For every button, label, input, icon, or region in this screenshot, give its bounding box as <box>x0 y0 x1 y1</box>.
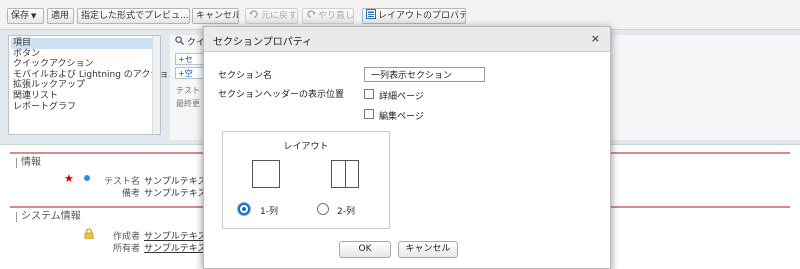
layout-properties-label: レイアウトのプロパティ <box>378 11 465 21</box>
redo-label: やり直し <box>318 11 354 21</box>
field-label-note[interactable]: 備考 <box>92 186 140 199</box>
palette-item-blank-space[interactable]: +空 <box>175 67 205 79</box>
palette-category-buttons[interactable]: ボタン <box>11 49 158 60</box>
layout-properties-button[interactable]: レイアウトのプロパティ <box>362 8 466 24</box>
palette-category-mobile-actions[interactable]: モバイルおよび Lightning のアクション <box>11 70 177 81</box>
palette-category-list: 項目 ボタン クイックアクション モバイルおよび Lightning のアクショ… <box>8 35 177 135</box>
cancel-button[interactable]: キャンセル <box>398 241 458 258</box>
layout-properties-icon <box>366 9 376 19</box>
layout-selector: レイアウト 1-列 2-列 <box>222 131 390 229</box>
preview-as-button[interactable]: 指定した形式でプレビュ...▼ <box>77 8 190 24</box>
detail-page-checkbox[interactable] <box>364 89 374 99</box>
search-icon <box>175 36 185 48</box>
dialog-header: セクションプロパティ × <box>204 27 610 52</box>
close-icon[interactable]: × <box>591 32 600 45</box>
ok-button[interactable]: OK <box>339 241 391 258</box>
palette-category-expanded-lookups[interactable]: 拡張ルックアップ <box>11 80 158 91</box>
redo-icon <box>306 9 316 19</box>
palette-item-section[interactable]: +セ <box>175 53 205 65</box>
palette-item-text[interactable]: テスト <box>176 85 200 96</box>
two-column-radio[interactable] <box>317 203 329 215</box>
toolbar-cancel-button[interactable]: キャンセル <box>192 8 239 24</box>
undo-icon <box>249 9 259 19</box>
apply-button[interactable]: 適用 <box>47 8 74 24</box>
section-title-system-info[interactable]: システム情報 <box>16 212 81 222</box>
one-column-radio[interactable] <box>238 203 250 215</box>
required-dot-icon <box>84 175 90 181</box>
palette-item-blank-label: 空 <box>184 69 193 78</box>
palette-category-related-lists[interactable]: 関連リスト <box>11 91 158 102</box>
edit-page-label: 編集ページ <box>379 112 424 122</box>
required-star-icon: ★ <box>64 172 74 185</box>
category-scrollbar[interactable] <box>152 36 160 134</box>
preview-as-label: 指定した形式でプレビュ... <box>81 11 189 21</box>
section-name-input[interactable] <box>364 67 485 82</box>
one-column-layout-icon <box>252 160 280 188</box>
palette-category-fields[interactable]: 項目 <box>11 38 158 49</box>
layout-title: レイアウト <box>283 142 329 152</box>
detail-page-label: 詳細ページ <box>379 92 424 102</box>
two-column-label: 2-列 <box>337 207 355 217</box>
two-column-layout-icon <box>331 160 359 188</box>
section-name-label: セクション名 <box>218 71 273 81</box>
edit-page-checkbox[interactable] <box>364 109 374 119</box>
one-column-label: 1-列 <box>260 207 278 217</box>
palette-category-quick-actions[interactable]: クイックアクション <box>11 59 158 70</box>
section-title-info[interactable]: 情報 <box>16 158 41 168</box>
section-properties-dialog: セクションプロパティ × セクション名 セクションヘッダーの表示位置 詳細ページ… <box>203 26 611 269</box>
quick-find[interactable]: クイ <box>175 35 205 48</box>
palette-item-last-modified[interactable]: 最終更 <box>176 98 200 109</box>
save-label: 保存 <box>11 11 30 21</box>
palette-category-report-charts[interactable]: レポートグラフ <box>11 102 158 113</box>
redo-button[interactable]: やり直し <box>302 8 354 24</box>
palette-item-section-label: セ <box>184 55 193 64</box>
field-label-owner[interactable]: 所有者 <box>92 241 140 254</box>
header-display-label: セクションヘッダーの表示位置 <box>218 90 345 100</box>
dialog-title: セクションプロパティ <box>213 37 313 48</box>
undo-button[interactable]: 元に戻す <box>245 8 298 24</box>
save-button[interactable]: 保存 ▼ <box>7 8 44 24</box>
chevron-down-icon[interactable]: ▼ <box>31 12 36 20</box>
undo-label: 元に戻す <box>261 11 298 21</box>
